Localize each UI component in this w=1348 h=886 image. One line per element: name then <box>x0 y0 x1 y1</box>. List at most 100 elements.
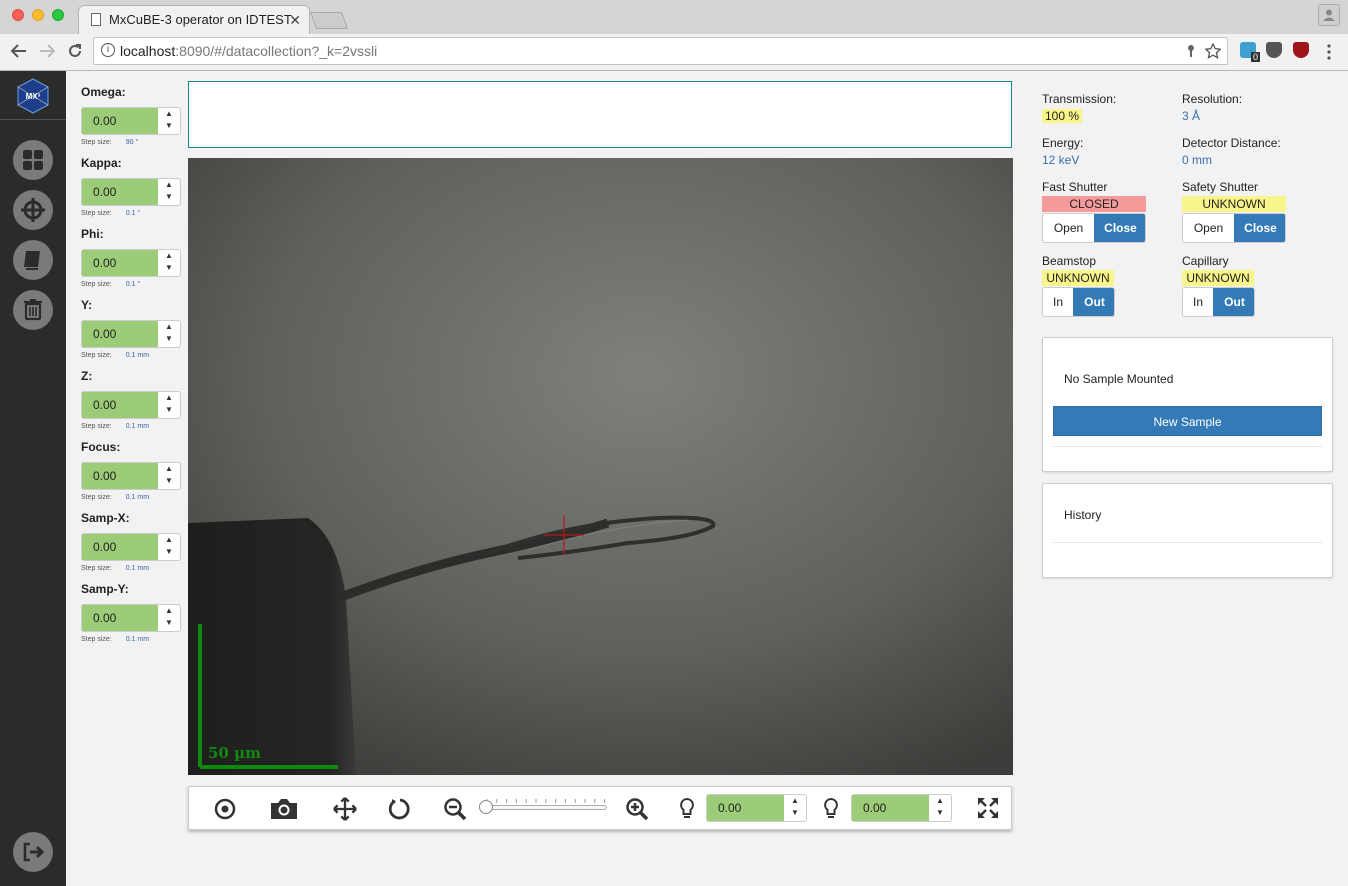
maximize-window-button[interactable] <box>52 9 64 21</box>
rotate-icon[interactable] <box>388 797 412 821</box>
back-icon[interactable] <box>10 43 28 59</box>
mxcube-logo[interactable]: MX³ <box>14 77 52 115</box>
beamstop-in-button[interactable]: In <box>1043 288 1073 316</box>
lightbulb-icon[interactable] <box>679 797 695 821</box>
motor-stepper[interactable]: ▲ ▼ <box>158 534 180 560</box>
chevron-down-icon[interactable]: ▼ <box>158 475 180 487</box>
chevron-down-icon[interactable]: ▼ <box>158 333 180 345</box>
front-light-value[interactable]: 0.00 <box>852 795 929 821</box>
motor-input[interactable]: 0.00 ▲ ▼ <box>81 320 181 348</box>
back-light-stepper[interactable]: ▲ ▼ <box>784 795 806 821</box>
motor-value[interactable]: 0.00 <box>82 179 158 205</box>
forward-icon[interactable] <box>38 43 56 59</box>
motor-value[interactable]: 0.00 <box>82 392 158 418</box>
chevron-down-icon[interactable]: ▼ <box>158 617 180 629</box>
front-light-stepper[interactable]: ▲ ▼ <box>929 795 951 821</box>
motor-stepper[interactable]: ▲ ▼ <box>158 179 180 205</box>
chevron-down-icon[interactable]: ▼ <box>158 546 180 558</box>
ublock-icon[interactable] <box>1293 42 1309 58</box>
safety-shutter-open-button[interactable]: Open <box>1183 214 1234 242</box>
motor-stepper[interactable]: ▲ ▼ <box>158 463 180 489</box>
key-icon[interactable] <box>1185 44 1197 58</box>
move-icon[interactable] <box>332 797 358 821</box>
motor-input[interactable]: 0.00 ▲ ▼ <box>81 604 181 632</box>
capillary-out-button[interactable]: Out <box>1213 288 1254 316</box>
chevron-up-icon[interactable]: ▲ <box>784 795 806 807</box>
back-light-value[interactable]: 0.00 <box>707 795 784 821</box>
motor-stepper[interactable]: ▲ ▼ <box>158 321 180 347</box>
motor-input[interactable]: 0.00 ▲ ▼ <box>81 249 181 277</box>
motor-value[interactable]: 0.00 <box>82 108 158 134</box>
chevron-up-icon[interactable]: ▲ <box>158 179 180 191</box>
motor-value[interactable]: 0.00 <box>82 534 158 560</box>
energy-value[interactable]: 12 keV <box>1042 153 1172 167</box>
fast-shutter-open-button[interactable]: Open <box>1043 214 1094 242</box>
video-image[interactable]: 50 µm <box>188 158 1013 775</box>
step-size-value[interactable]: 0.1 ° <box>126 210 140 217</box>
centring-button[interactable] <box>13 190 53 230</box>
chevron-up-icon[interactable]: ▲ <box>158 108 180 120</box>
step-size-value[interactable]: 0.1 ° <box>126 281 140 288</box>
sign-out-button[interactable] <box>13 832 53 872</box>
zoom-slider-thumb[interactable] <box>479 800 493 814</box>
reload-icon[interactable] <box>66 42 84 60</box>
new-tab-button[interactable] <box>309 12 349 29</box>
chevron-up-icon[interactable]: ▲ <box>158 534 180 546</box>
motor-input[interactable]: 0.00 ▲ ▼ <box>81 462 181 490</box>
motor-value[interactable]: 0.00 <box>82 250 158 276</box>
pocket-icon[interactable] <box>1266 42 1282 58</box>
browser-menu-icon[interactable] <box>1327 44 1331 60</box>
motor-input[interactable]: 0.00 ▲ ▼ <box>81 178 181 206</box>
motor-input[interactable]: 0.00 ▲ ▼ <box>81 533 181 561</box>
chevron-up-icon[interactable]: ▲ <box>158 605 180 617</box>
chevron-down-icon[interactable]: ▼ <box>929 807 951 819</box>
fullscreen-icon[interactable] <box>977 796 999 820</box>
chevron-down-icon[interactable]: ▼ <box>158 404 180 416</box>
chevron-up-icon[interactable]: ▲ <box>158 392 180 404</box>
fast-shutter-close-button[interactable]: Close <box>1094 214 1145 242</box>
step-size-value[interactable]: 90 ° <box>126 139 139 146</box>
beamstop-out-button[interactable]: Out <box>1073 288 1114 316</box>
step-size-value[interactable]: 0.1 mm <box>126 565 149 572</box>
minimize-window-button[interactable] <box>32 9 44 21</box>
profile-icon[interactable] <box>1318 4 1340 26</box>
browser-tab[interactable]: MxCuBE-3 operator on IDTEST ✕ <box>78 5 310 35</box>
sample-video-view[interactable]: 50 µm <box>188 158 1013 775</box>
step-size-value[interactable]: 0.1 mm <box>126 636 149 643</box>
safety-shutter-close-button[interactable]: Close <box>1234 214 1285 242</box>
extension-icon[interactable]: 0 <box>1240 42 1260 62</box>
zoom-slider[interactable] <box>479 799 609 819</box>
chevron-up-icon[interactable]: ▲ <box>158 463 180 475</box>
tab-close-icon[interactable]: ✕ <box>289 12 301 29</box>
motor-stepper[interactable]: ▲ ▼ <box>158 605 180 631</box>
chevron-up-icon[interactable]: ▲ <box>158 321 180 333</box>
step-size-value[interactable]: 0.1 mm <box>126 423 149 430</box>
resolution-value[interactable]: 3 Å <box>1182 109 1312 123</box>
bookmark-star-icon[interactable] <box>1205 43 1221 59</box>
capillary-in-button[interactable]: In <box>1183 288 1213 316</box>
detector-distance-value[interactable]: 0 mm <box>1182 153 1332 167</box>
back-light-input[interactable]: 0.00 ▲ ▼ <box>706 794 807 822</box>
chevron-down-icon[interactable]: ▼ <box>158 120 180 132</box>
new-sample-button[interactable]: New Sample <box>1053 406 1322 436</box>
motor-stepper[interactable]: ▲ ▼ <box>158 250 180 276</box>
lightbulb-icon[interactable] <box>823 797 839 821</box>
chevron-down-icon[interactable]: ▼ <box>158 191 180 203</box>
chevron-up-icon[interactable]: ▲ <box>158 250 180 262</box>
transmission-value[interactable]: 100 % <box>1042 109 1172 123</box>
motor-stepper[interactable]: ▲ ▼ <box>158 108 180 134</box>
address-bar[interactable]: i localhost:8090/#/datacollection?_k=2vs… <box>93 37 1228 65</box>
close-window-button[interactable] <box>12 9 24 21</box>
chevron-down-icon[interactable]: ▼ <box>158 262 180 274</box>
chevron-down-icon[interactable]: ▼ <box>784 807 806 819</box>
remove-button[interactable] <box>13 290 53 330</box>
zoom-in-icon[interactable] <box>625 797 649 821</box>
info-icon[interactable]: i <box>101 43 115 57</box>
front-light-input[interactable]: 0.00 ▲ ▼ <box>851 794 952 822</box>
dashboard-button[interactable] <box>13 140 53 180</box>
logbook-button[interactable] <box>13 240 53 280</box>
zoom-out-icon[interactable] <box>443 797 467 821</box>
chevron-up-icon[interactable]: ▲ <box>929 795 951 807</box>
motor-stepper[interactable]: ▲ ▼ <box>158 392 180 418</box>
motor-input[interactable]: 0.00 ▲ ▼ <box>81 391 181 419</box>
